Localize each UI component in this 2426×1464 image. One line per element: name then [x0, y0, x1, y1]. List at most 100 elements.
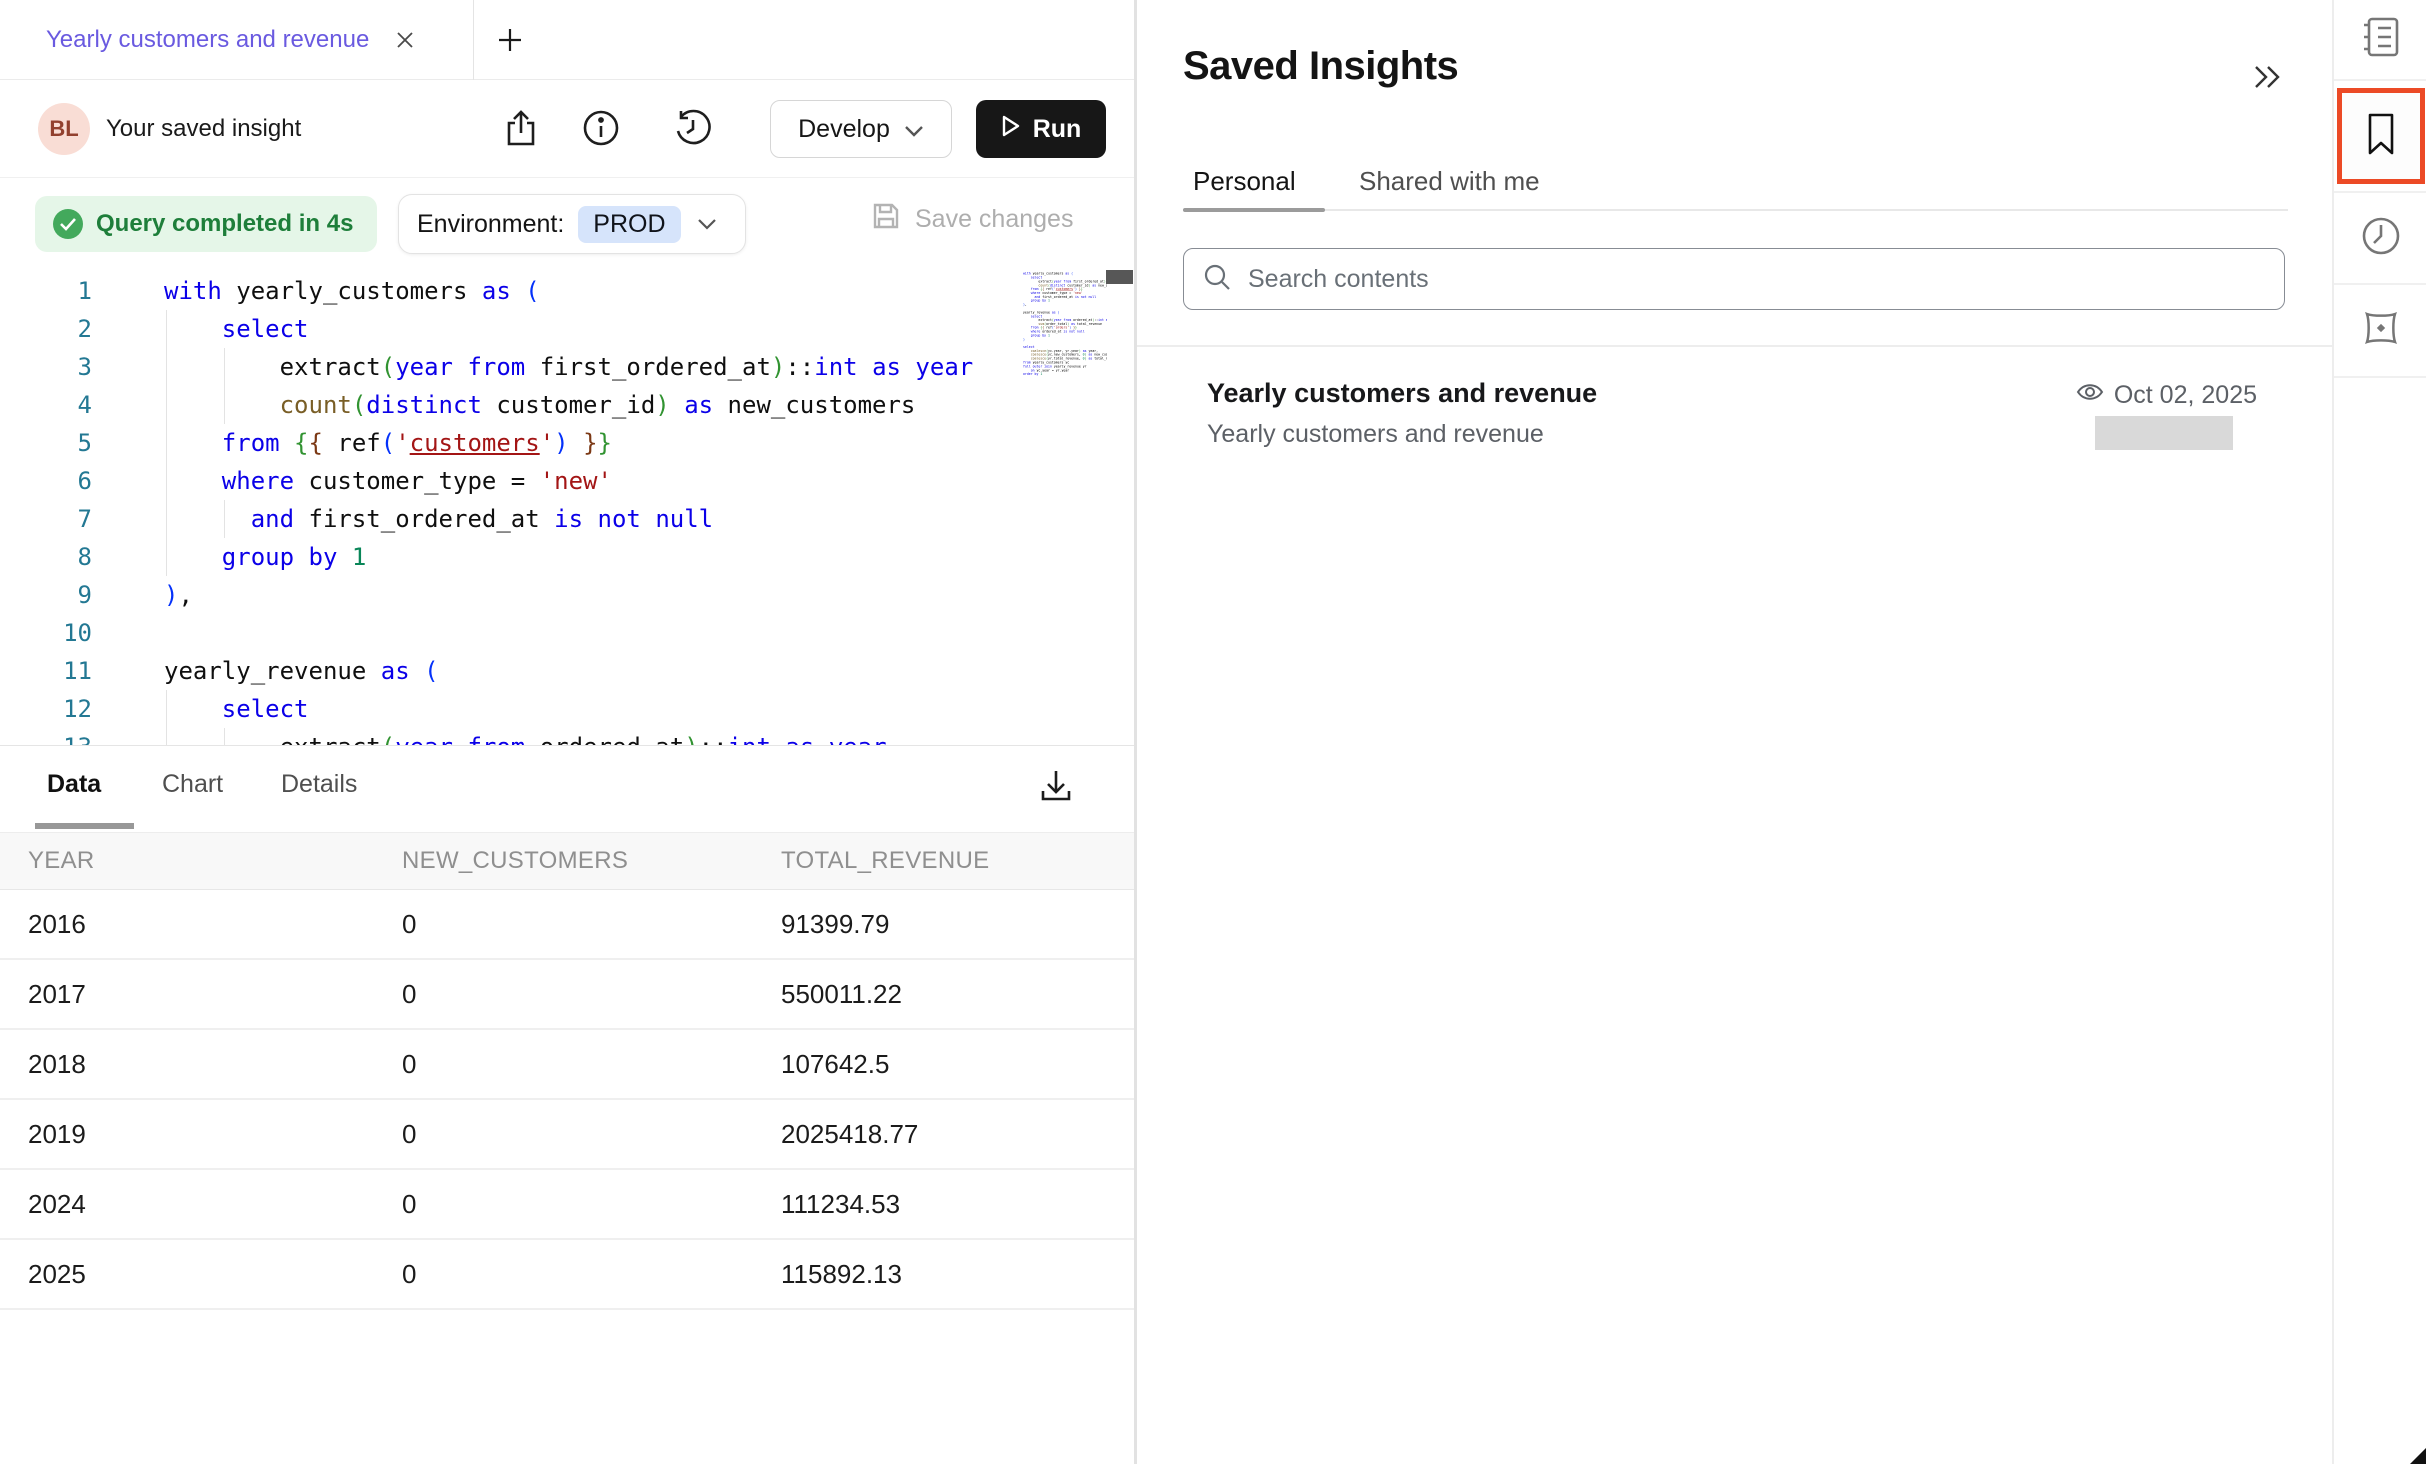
- insight-toolbar: BL Your saved insight Develop: [0, 80, 1134, 178]
- table-cell: 2016: [28, 909, 402, 940]
- plus-icon: [495, 25, 525, 58]
- column-header-new-customers[interactable]: NEW_CUSTOMERS: [402, 847, 781, 875]
- saved-insight-list-item[interactable]: Yearly customers and revenue Oct 02, 202…: [1137, 366, 2332, 476]
- query-status-text: Query completed in 4s: [96, 210, 353, 238]
- table-cell: 550011.22: [781, 979, 1134, 1010]
- rail-item-history[interactable]: [2334, 193, 2426, 285]
- tab-yearly-customers-and-revenue[interactable]: Yearly customers and revenue: [0, 0, 474, 80]
- table-cell: 2017: [28, 979, 402, 1010]
- table-row[interactable]: 20250115892.13: [0, 1240, 1134, 1310]
- editor-tab-bar: Yearly customers and revenue: [0, 0, 1134, 80]
- download-results-button[interactable]: [1028, 760, 1084, 816]
- table-cell: 91399.79: [781, 909, 1134, 940]
- new-tab-button[interactable]: [487, 18, 533, 64]
- table-row[interactable]: 20180107642.5: [0, 1030, 1134, 1100]
- code-area[interactable]: with yearly_customers as ( select extrac…: [164, 272, 974, 745]
- table-cell: 2024: [28, 1189, 402, 1220]
- line-number: 12: [0, 690, 92, 728]
- develop-label: Develop: [798, 115, 890, 144]
- table-cell: 115892.13: [781, 1259, 1134, 1290]
- table-cell: 0: [402, 909, 781, 940]
- rail-item-dbt[interactable]: [2334, 285, 2426, 378]
- tab-close-icon[interactable]: [393, 28, 417, 52]
- environment-selector[interactable]: Environment: PROD: [398, 194, 746, 254]
- code-line: and first_ordered_at is not null: [164, 500, 974, 538]
- tab-shared-with-me[interactable]: Shared with me: [1359, 166, 1540, 197]
- minimap-code: with yearly_customers as ( select extrac…: [1023, 272, 1107, 376]
- code-line: yearly_revenue as (: [164, 652, 974, 690]
- dbt-icon: [2356, 303, 2406, 358]
- line-number: 8: [0, 538, 92, 576]
- insight-item-subtitle: Yearly customers and revenue: [1207, 420, 1544, 449]
- collapse-panel-button[interactable]: [2245, 56, 2289, 100]
- table-row[interactable]: 2016091399.79: [0, 890, 1134, 960]
- table-cell: 0: [402, 1119, 781, 1150]
- environment-value-badge: PROD: [578, 206, 680, 243]
- table-cell: 0: [402, 979, 781, 1010]
- run-button[interactable]: Run: [976, 100, 1106, 158]
- double-chevron-right-icon: [2250, 62, 2284, 95]
- column-header-year[interactable]: YEAR: [28, 847, 402, 875]
- insight-title: Your saved insight: [106, 80, 301, 178]
- history-button[interactable]: [670, 106, 716, 152]
- code-line: group by 1: [164, 538, 974, 576]
- code-line: extract(year from ordered_at)::int as ye…: [164, 728, 974, 745]
- info-button[interactable]: [578, 106, 624, 152]
- chevron-down-icon: [697, 218, 717, 230]
- saved-insights-panel: Saved Insights Personal Shared with me Y…: [1137, 0, 2332, 1464]
- save-changes-label: Save changes: [915, 205, 1073, 234]
- line-number: 11: [0, 652, 92, 690]
- resize-corner[interactable]: [2410, 1448, 2426, 1464]
- line-number: 1: [0, 272, 92, 310]
- list-divider: [1137, 345, 2332, 347]
- table-row[interactable]: 20240111234.53: [0, 1170, 1134, 1240]
- line-number-gutter: 12345678910111213: [0, 272, 92, 745]
- code-line: select: [164, 310, 974, 348]
- code-line: from {{ ref('customers') }}: [164, 424, 974, 462]
- sql-code-editor[interactable]: 12345678910111213 with yearly_customers …: [0, 264, 1134, 745]
- share-icon: [500, 107, 542, 152]
- code-line: where customer_type = 'new': [164, 462, 974, 500]
- notebook-icon: [2356, 12, 2406, 67]
- tab-data[interactable]: Data: [47, 770, 101, 799]
- right-icon-rail: [2332, 0, 2426, 1464]
- table-header-row: YEAR NEW_CUSTOMERS TOTAL_REVENUE: [0, 832, 1134, 890]
- editor-scrollbar-thumb[interactable]: [1106, 270, 1133, 284]
- save-icon: [870, 200, 902, 239]
- rail-item-notebook[interactable]: [2334, 0, 2426, 81]
- column-header-total-revenue[interactable]: TOTAL_REVENUE: [781, 847, 1134, 875]
- code-line: extract(year from first_ordered_at)::int…: [164, 348, 974, 386]
- rail-item-saved-insights[interactable]: [2334, 81, 2426, 193]
- line-number: 7: [0, 500, 92, 538]
- code-line: select: [164, 690, 974, 728]
- search-contents-box[interactable]: [1183, 248, 2285, 310]
- code-line: [164, 614, 974, 652]
- table-row[interactable]: 201902025418.77: [0, 1100, 1134, 1170]
- tab-personal[interactable]: Personal: [1193, 166, 1296, 197]
- save-changes-button[interactable]: Save changes: [870, 200, 1073, 239]
- code-line: count(distinct customer_id) as new_custo…: [164, 386, 974, 424]
- share-button[interactable]: [498, 106, 544, 152]
- check-icon: [53, 209, 83, 239]
- saved-insights-title: Saved Insights: [1183, 44, 1458, 89]
- chevron-down-icon: [904, 115, 924, 144]
- tab-chart[interactable]: Chart: [162, 770, 223, 799]
- line-number: 13: [0, 728, 92, 745]
- tab-details[interactable]: Details: [281, 770, 357, 799]
- search-input[interactable]: [1248, 265, 2266, 294]
- table-cell: 2025418.77: [781, 1119, 1134, 1150]
- query-status-badge: Query completed in 4s: [35, 196, 377, 252]
- results-section: Data Chart Details YEAR NEW_CUSTOMERS TO…: [0, 745, 1134, 1464]
- run-label: Run: [1033, 115, 1082, 144]
- line-number: 4: [0, 386, 92, 424]
- table-row[interactable]: 20170550011.22: [0, 960, 1134, 1030]
- develop-dropdown[interactable]: Develop: [770, 100, 952, 158]
- table-cell: 0: [402, 1259, 781, 1290]
- line-number: 6: [0, 462, 92, 500]
- editor-minimap[interactable]: with yearly_customers as ( select extrac…: [1023, 272, 1107, 732]
- tabs-baseline: [1183, 209, 2288, 211]
- code-line: order by 1: [1023, 372, 1107, 376]
- line-number: 9: [0, 576, 92, 614]
- insight-item-title: Yearly customers and revenue: [1207, 378, 1597, 409]
- line-number: 5: [0, 424, 92, 462]
